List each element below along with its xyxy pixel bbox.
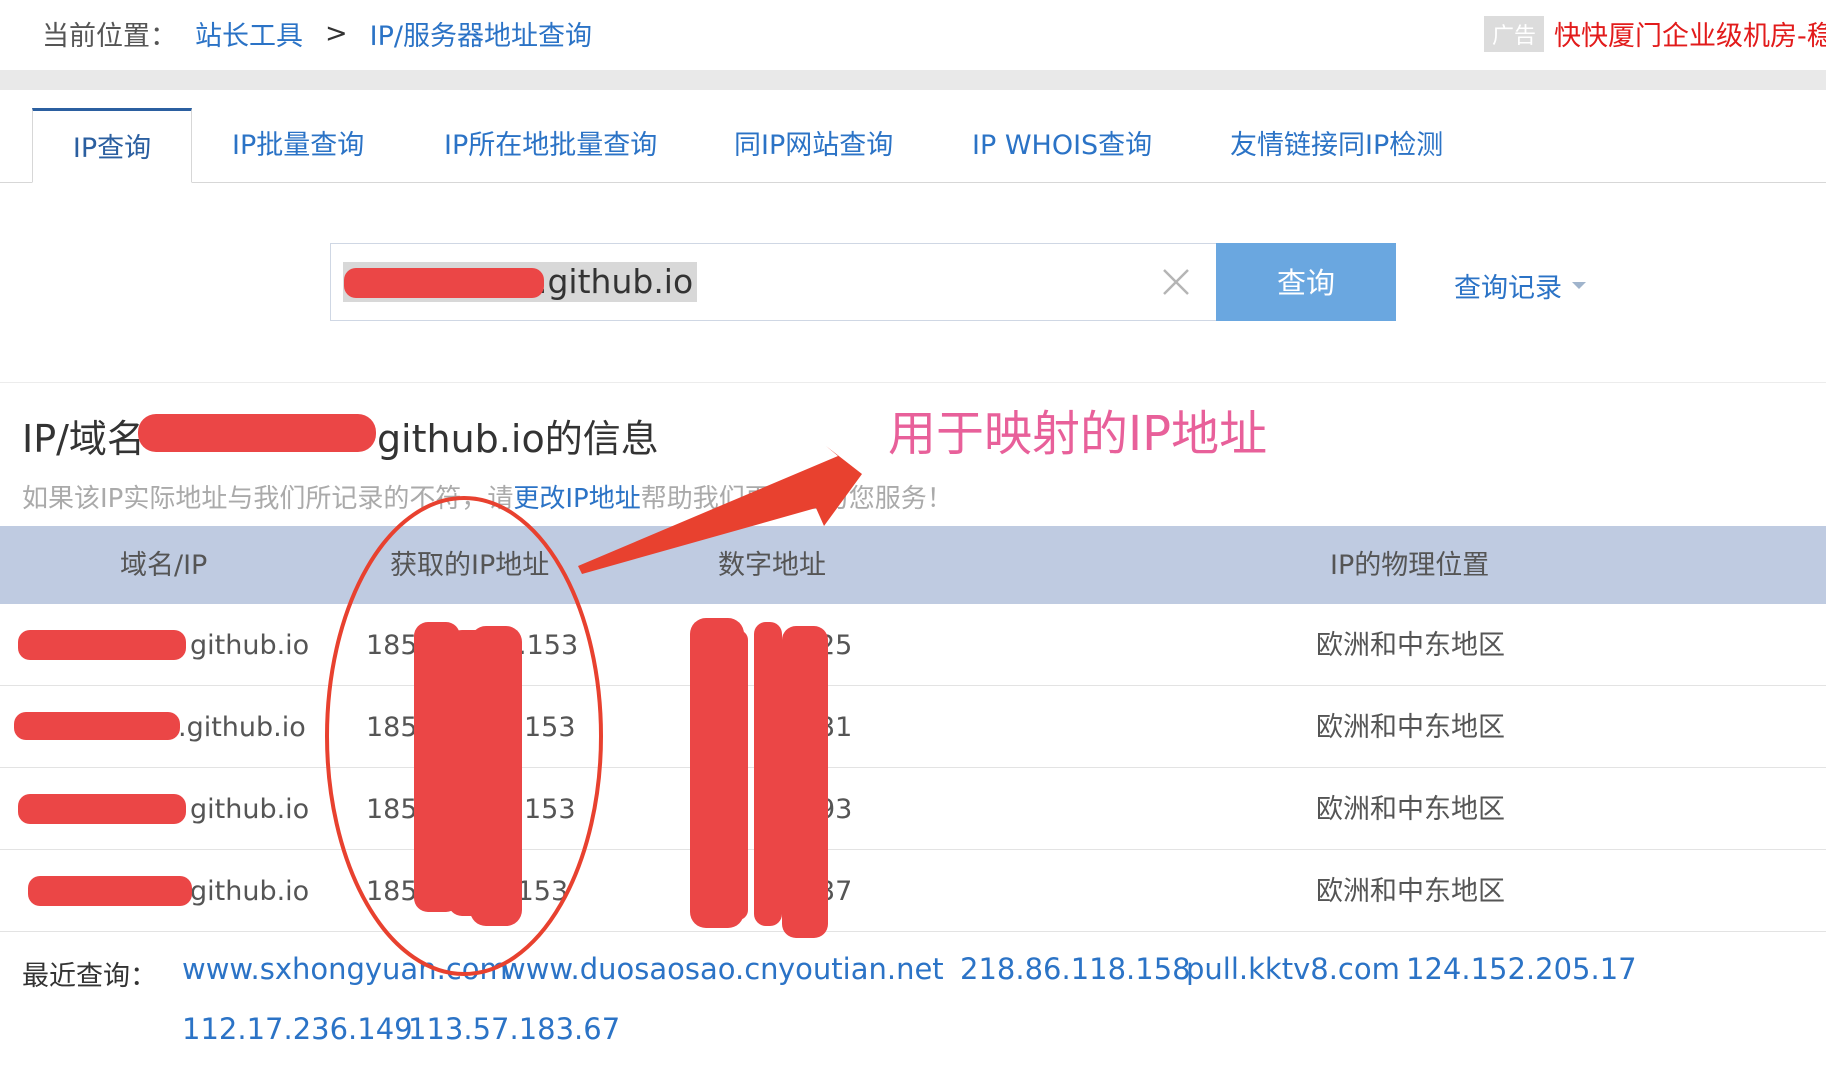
cell-ip-suffix: .153 — [518, 630, 579, 661]
column-header-numeric-address: 数字地址 — [718, 550, 826, 581]
table-row: github.io 185 .153 25 欧洲和中东地区 — [0, 604, 1826, 686]
column-header-domain: 域名/IP — [120, 550, 208, 581]
column-header-location: IP的物理位置 — [1330, 550, 1490, 581]
table-row: .github.io 185 153 31 欧洲和中东地区 — [0, 686, 1826, 768]
tab-friendlink-same-ip[interactable]: 友情链接同IP检测 — [1230, 108, 1443, 182]
breadcrumb: 当前位置： 站长工具 > IP/服务器地址查询 — [42, 14, 592, 53]
cell-numeric-suffix: 37 — [818, 876, 853, 907]
query-history-dropdown[interactable]: 查询记录 — [1454, 266, 1586, 305]
tab-ip-batch-query[interactable]: IP批量查询 — [232, 108, 364, 182]
recent-query-link[interactable]: 124.152.205.17 — [1406, 952, 1637, 986]
search-input[interactable]: .github.io — [343, 262, 698, 302]
recent-query-link[interactable]: 218.86.118.158 — [960, 952, 1191, 986]
tab-ip-location-batch[interactable]: IP所在地批量查询 — [444, 108, 657, 182]
search-value: .github.io — [537, 262, 694, 301]
change-ip-link[interactable]: 更改IP地址 — [513, 484, 640, 514]
table-row: github.io 185 .153 37 欧洲和中东地区 — [0, 850, 1826, 932]
cell-numeric-suffix: 25 — [818, 630, 853, 661]
cell-ip-prefix: 185 — [366, 794, 418, 825]
search-field[interactable]: .github.io — [330, 243, 1217, 321]
result-title-prefix: IP/域名 — [22, 417, 145, 461]
column-header-resolved-ip: 获取的IP地址 — [390, 550, 550, 581]
cell-ip-prefix: 185 — [366, 630, 418, 661]
cell-ip-prefix: 185 — [366, 876, 418, 907]
correction-hint: 如果该IP实际地址与我们所记录的不符，请更改IP地址帮助我们更好的为您服务！ — [22, 478, 953, 515]
cell-numeric-suffix: 93 — [818, 794, 853, 825]
hint-text-after: 帮助我们更好的为您服务！ — [640, 484, 953, 514]
recent-query-link[interactable]: 112.17.236.149 — [182, 1012, 413, 1046]
cell-ip-prefix: 185 — [366, 712, 418, 743]
breadcrumb-separator: > — [325, 18, 348, 49]
section-divider — [0, 382, 1826, 383]
cell-domain: github.io — [190, 794, 310, 825]
cell-location: 欧洲和中东地区 — [1316, 712, 1505, 743]
cell-domain: github.io — [190, 630, 310, 661]
tab-ip-whois[interactable]: IP WHOIS查询 — [972, 108, 1152, 182]
breadcrumb-label: 当前位置： — [42, 21, 177, 52]
cell-location: 欧洲和中东地区 — [1316, 876, 1505, 907]
ad-banner[interactable]: 广告 快快厦门企业级机房-稳定 — [1483, 14, 1826, 53]
cell-numeric-suffix: 31 — [818, 712, 853, 743]
ad-text[interactable]: 快快厦门企业级机房-稳定 — [1554, 14, 1826, 53]
hint-text-before: 如果该IP实际地址与我们所记录的不符，请 — [22, 484, 514, 514]
clear-icon[interactable] — [1156, 262, 1196, 302]
cell-ip-suffix: .153 — [508, 876, 569, 907]
recent-query-link[interactable]: youtian.net — [778, 952, 944, 986]
query-button[interactable]: 查询 — [1216, 243, 1396, 321]
cell-ip-suffix: 153 — [524, 712, 576, 743]
tab-ip-query[interactable]: IP查询 — [32, 108, 192, 183]
ad-tag: 广告 — [1483, 15, 1544, 52]
cell-location: 欧洲和中东地区 — [1316, 794, 1505, 825]
table-header: 域名/IP 获取的IP地址 数字地址 IP的物理位置 — [0, 526, 1826, 604]
page: 当前位置： 站长工具 > IP/服务器地址查询 广告 快快厦门企业级机房-稳定 … — [0, 0, 1826, 1066]
recent-query-link[interactable]: www.duosaosao.cn — [502, 952, 779, 986]
breadcrumb-root-link[interactable]: 站长工具 — [195, 14, 303, 53]
recent-query-link[interactable]: www.sxhongyuan.com — [182, 952, 508, 986]
tab-same-ip-sites[interactable]: 同IP网站查询 — [734, 108, 893, 182]
chevron-down-icon — [1572, 282, 1586, 289]
result-title-suffix: github.io的信息 — [376, 417, 659, 461]
recent-queries-label: 最近查询： — [22, 961, 157, 992]
cell-domain: .github.io — [178, 712, 306, 743]
annotation-label: 用于映射的IP地址 — [888, 406, 1268, 462]
recent-query-link[interactable]: pull.kktv8.com — [1186, 952, 1400, 986]
cell-domain: github.io — [190, 876, 310, 907]
breadcrumb-current-link[interactable]: IP/服务器地址查询 — [370, 14, 592, 53]
query-history-label: 查询记录 — [1454, 273, 1562, 304]
cell-location: 欧洲和中东地区 — [1316, 630, 1505, 661]
table-row: github.io 185 153 93 欧洲和中东地区 — [0, 768, 1826, 850]
cell-ip-suffix: 153 — [524, 794, 576, 825]
recent-query-link[interactable]: 113.57.183.67 — [408, 1012, 620, 1046]
tab-bar: IP查询 IP批量查询 IP所在地批量查询 同IP网站查询 IP WHOIS查询… — [0, 108, 1826, 183]
breadcrumb-bar: 当前位置： 站长工具 > IP/服务器地址查询 广告 快快厦门企业级机房-稳定 — [0, 0, 1826, 62]
result-title: IP/域名 github.io的信息 — [22, 408, 659, 463]
header-divider — [0, 70, 1826, 90]
